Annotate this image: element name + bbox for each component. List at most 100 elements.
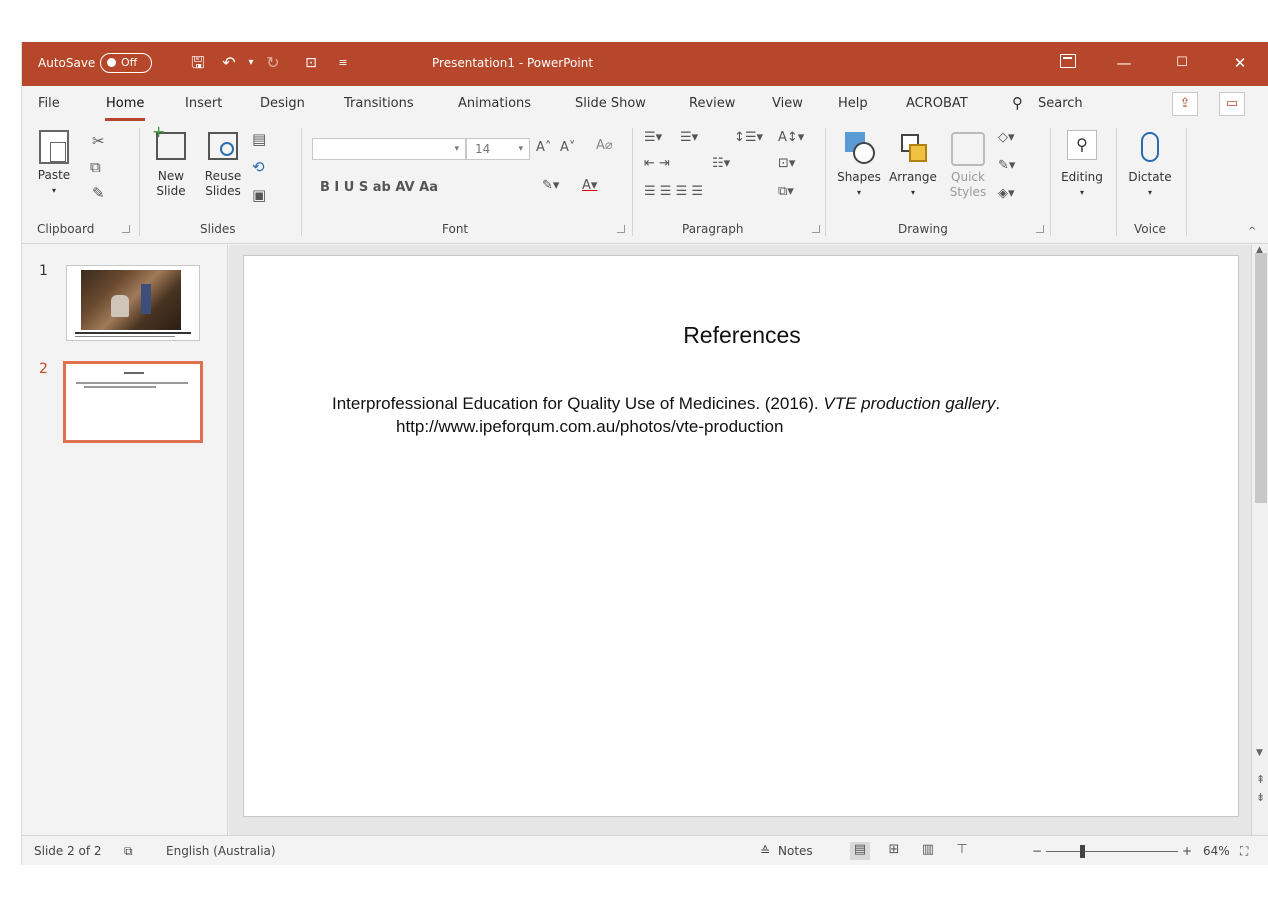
minimize-icon[interactable]: — xyxy=(1104,50,1144,76)
line-spacing-icon[interactable]: ↕☰▾ xyxy=(734,130,763,145)
mini-line xyxy=(84,386,156,388)
shrink-font-icon[interactable]: A˅ xyxy=(560,140,575,155)
tab-search[interactable]: Search xyxy=(1038,96,1083,111)
shapes-button[interactable]: Shapes ▾ xyxy=(834,132,884,200)
redo-icon[interactable]: ↻ xyxy=(262,52,284,74)
tab-help[interactable]: Help xyxy=(838,96,868,111)
tab-view[interactable]: View xyxy=(772,96,803,111)
tab-file[interactable]: File xyxy=(38,96,60,111)
numbering-icon[interactable]: ☰▾ xyxy=(680,130,698,145)
tab-animations[interactable]: Animations xyxy=(458,96,531,111)
previous-slide-icon[interactable]: ⇞ xyxy=(1256,773,1265,786)
shape-outline-icon[interactable]: ✎▾ xyxy=(998,158,1015,173)
indent-icons[interactable]: ⇤ ⇥ xyxy=(644,156,670,171)
vertical-scrollbar[interactable]: ▲ ▼ ⇞ ⇟ xyxy=(1251,245,1268,835)
reset-icon[interactable]: ⟲ xyxy=(252,158,265,176)
font-size-dropdown[interactable]: 14 ▾ xyxy=(466,138,530,160)
paste-button[interactable]: Paste ▾ xyxy=(36,130,72,198)
group-paragraph-label: Paragraph xyxy=(682,222,744,236)
paragraph-launcher-icon[interactable] xyxy=(812,225,820,233)
slide-sorter-icon[interactable]: ⊞ xyxy=(884,842,904,860)
tab-home[interactable]: Home xyxy=(104,96,146,121)
font-launcher-icon[interactable] xyxy=(617,225,625,233)
tab-design[interactable]: Design xyxy=(260,96,305,111)
highlight-icon[interactable]: ✎▾ xyxy=(542,178,559,193)
columns-icon[interactable]: ☷▾ xyxy=(712,156,730,171)
slide-thumbnail-1[interactable] xyxy=(66,265,200,341)
new-slide-button[interactable]: + New Slide xyxy=(149,124,193,199)
text-direction-icon[interactable]: A↕▾ xyxy=(778,130,804,145)
tab-slide-show[interactable]: Slide Show xyxy=(575,96,646,111)
align-text-icon[interactable]: ⊡▾ xyxy=(778,156,795,171)
cut-icon[interactable]: ✂ xyxy=(92,132,105,150)
arrange-button[interactable]: Arrange ▾ xyxy=(888,132,938,200)
quick-styles-button[interactable]: Quick Styles xyxy=(944,132,992,200)
current-slide[interactable]: References Interprofessional Education f… xyxy=(243,255,1239,817)
normal-view-icon[interactable]: ▤ xyxy=(850,842,870,860)
font-color-icon[interactable]: A▾ xyxy=(582,178,597,193)
collapse-ribbon-icon[interactable]: ^ xyxy=(1248,226,1256,237)
autosave-toggle[interactable]: Off xyxy=(100,53,152,73)
maximize-icon[interactable]: ☐ xyxy=(1162,50,1202,76)
tab-transitions[interactable]: Transitions xyxy=(344,96,414,111)
drawing-launcher-icon[interactable] xyxy=(1036,225,1044,233)
notes-icon[interactable]: ≙ xyxy=(760,844,770,858)
layout-icon[interactable]: ▤ xyxy=(252,130,266,148)
font-format-row[interactable]: B I U S ab AV Aa xyxy=(320,180,438,195)
slide-counter: Slide 2 of 2 xyxy=(34,844,102,858)
new-slide-label: New xyxy=(157,169,185,183)
smartart-icon[interactable]: ⧉▾ xyxy=(778,184,794,199)
bullets-icon[interactable]: ☰▾ xyxy=(644,130,662,145)
accessibility-icon[interactable]: ⧉ xyxy=(124,844,133,859)
reference-url[interactable]: http://www.ipeforqum.com.au/photos/vte-p… xyxy=(396,417,783,437)
reference-end: . xyxy=(995,394,1001,413)
dictate-button[interactable]: Dictate ▾ xyxy=(1122,132,1178,200)
font-name-dropdown[interactable]: ▾ xyxy=(312,138,466,160)
mini-title xyxy=(124,372,144,374)
next-slide-icon[interactable]: ⇟ xyxy=(1256,791,1265,804)
reference-text[interactable]: Interprofessional Education for Quality … xyxy=(332,394,1000,414)
fit-to-window-icon[interactable]: ⛶ xyxy=(1240,844,1248,859)
zoom-slider-handle[interactable] xyxy=(1080,845,1085,858)
shape-fill-icon[interactable]: ◇▾ xyxy=(998,130,1015,145)
share-icon[interactable]: ⇪ xyxy=(1172,92,1198,116)
zoom-in-icon[interactable]: + xyxy=(1182,844,1192,858)
reading-view-icon[interactable]: ▥ xyxy=(918,842,938,860)
notes-button[interactable]: Notes xyxy=(778,844,813,858)
align-buttons[interactable]: ☰ ☰ ☰ ☰ xyxy=(644,184,703,199)
comments-icon[interactable]: ▭ xyxy=(1219,92,1245,116)
search-icon[interactable]: ⚲ xyxy=(1012,94,1023,112)
group-clipboard-label: Clipboard xyxy=(37,222,95,236)
group-drawing-label: Drawing xyxy=(898,222,948,236)
tab-acrobat[interactable]: ACROBAT xyxy=(906,96,968,111)
ribbon-display-options-icon[interactable] xyxy=(1060,54,1076,68)
slide-thumbnail-2[interactable] xyxy=(63,361,203,443)
slide-title[interactable]: References xyxy=(244,322,1240,349)
clear-formatting-icon[interactable]: A⌀ xyxy=(596,138,613,153)
editing-button[interactable]: ⚲ Editing ▾ xyxy=(1058,130,1106,200)
copy-icon[interactable]: ⧉ xyxy=(90,158,101,176)
customize-toolbar-icon[interactable]: ≡ xyxy=(332,52,354,74)
tab-insert[interactable]: Insert xyxy=(185,96,222,111)
grow-font-icon[interactable]: A˄ xyxy=(536,140,551,155)
ribbon-tabs: File Home Insert Design Transitions Anim… xyxy=(22,86,1268,122)
scroll-thumb[interactable] xyxy=(1255,253,1267,503)
tab-review[interactable]: Review xyxy=(689,96,735,111)
undo-dropdown-icon[interactable]: ▾ xyxy=(240,52,262,74)
close-icon[interactable]: ✕ xyxy=(1220,50,1260,76)
section-icon[interactable]: ▣ xyxy=(252,186,266,204)
slideshow-view-icon[interactable]: ⊤ xyxy=(952,842,972,860)
shape-effects-icon[interactable]: ◈▾ xyxy=(998,186,1015,201)
reuse-slides-button[interactable]: Reuse Slides xyxy=(201,132,245,199)
undo-icon[interactable]: ↶ xyxy=(218,52,240,74)
language-indicator[interactable]: English (Australia) xyxy=(166,844,276,858)
zoom-slider[interactable] xyxy=(1046,851,1178,852)
scroll-down-icon[interactable]: ▼ xyxy=(1256,748,1263,758)
reuse-slides-label-2: Slides xyxy=(205,184,241,198)
clipboard-launcher-icon[interactable] xyxy=(122,225,130,233)
zoom-level[interactable]: 64% xyxy=(1203,844,1230,858)
start-slideshow-icon[interactable]: ⊡ xyxy=(300,52,322,74)
zoom-out-icon[interactable]: − xyxy=(1032,844,1042,858)
save-icon[interactable]: 🖫 xyxy=(187,52,209,74)
format-painter-icon[interactable]: ✎ xyxy=(92,184,105,202)
